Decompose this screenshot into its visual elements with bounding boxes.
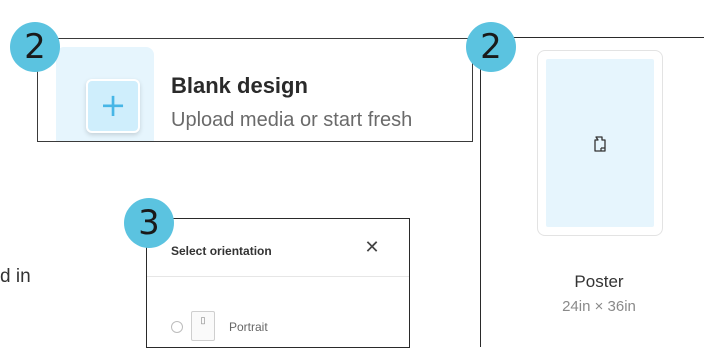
blank-design-title: Blank design: [171, 73, 308, 98]
clipped-text: d in: [0, 266, 31, 287]
close-icon[interactable]: ✕: [361, 237, 383, 259]
blank-design-thumbnail: +: [56, 47, 154, 141]
plus-icon: +: [86, 79, 140, 133]
blank-design-card[interactable]: + Blank design Upload media or start fre…: [37, 38, 473, 142]
poster-label: Poster: [574, 272, 624, 291]
divider: [147, 276, 409, 277]
portrait-radio[interactable]: [171, 321, 183, 333]
poster-size: 24in × 36in: [562, 298, 636, 315]
document-icon: [594, 136, 606, 152]
orientation-dialog: Select orientation ✕ ▯ Portrait: [146, 218, 410, 348]
portrait-icon: ▯: [191, 311, 215, 341]
blank-design-subtitle: Upload media or start fresh: [171, 109, 413, 131]
poster-thumbnail[interactable]: [537, 50, 663, 236]
poster-preview: [546, 59, 654, 227]
poster-panel[interactable]: Poster 24in × 36in: [480, 37, 704, 347]
orientation-dialog-title: Select orientation: [171, 244, 272, 258]
step-badge-poster: 2: [466, 22, 516, 72]
step-badge-blank: 2: [10, 22, 60, 72]
step-badge-orientation: 3: [124, 198, 174, 248]
